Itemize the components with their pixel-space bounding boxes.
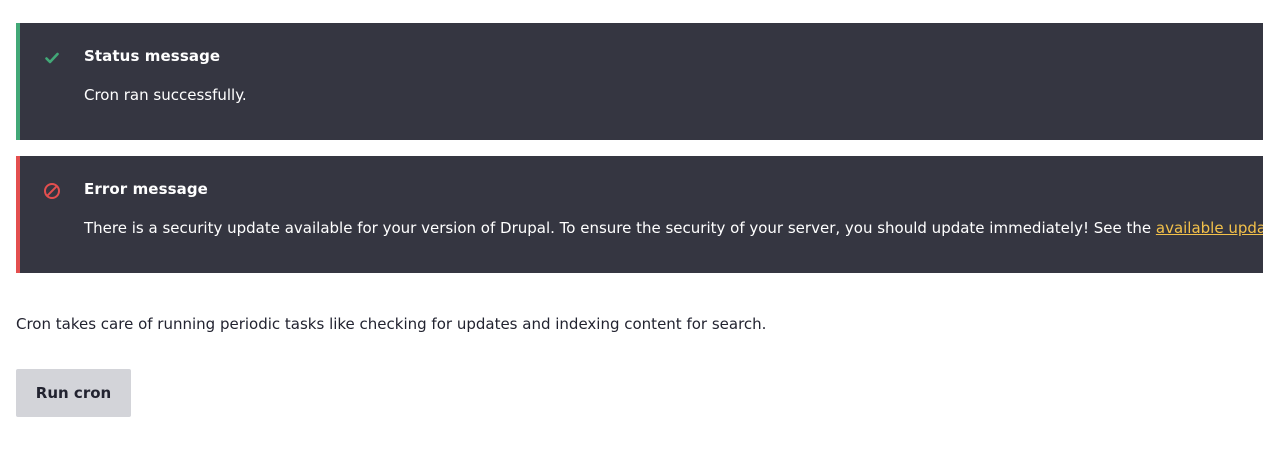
error-message-text: There is a security update available for… — [84, 219, 1263, 237]
error-text-before: There is a security update available for… — [84, 219, 1156, 237]
cron-page: Status message Cron ran successfully. Er… — [0, 0, 1263, 457]
prohibited-icon — [40, 181, 64, 201]
error-message: Error message There is a security update… — [16, 156, 1263, 273]
error-message-title: Error message — [84, 180, 208, 198]
run-cron-button[interactable]: Run cron — [16, 369, 131, 417]
status-message-text: Cron ran successfully. — [84, 86, 247, 104]
checkmark-icon — [40, 48, 64, 68]
available-updates-link[interactable]: available updates — [1156, 219, 1263, 237]
status-message-title: Status message — [84, 47, 221, 65]
cron-description: Cron takes care of running periodic task… — [16, 315, 767, 333]
status-message: Status message Cron ran successfully. — [16, 23, 1263, 140]
